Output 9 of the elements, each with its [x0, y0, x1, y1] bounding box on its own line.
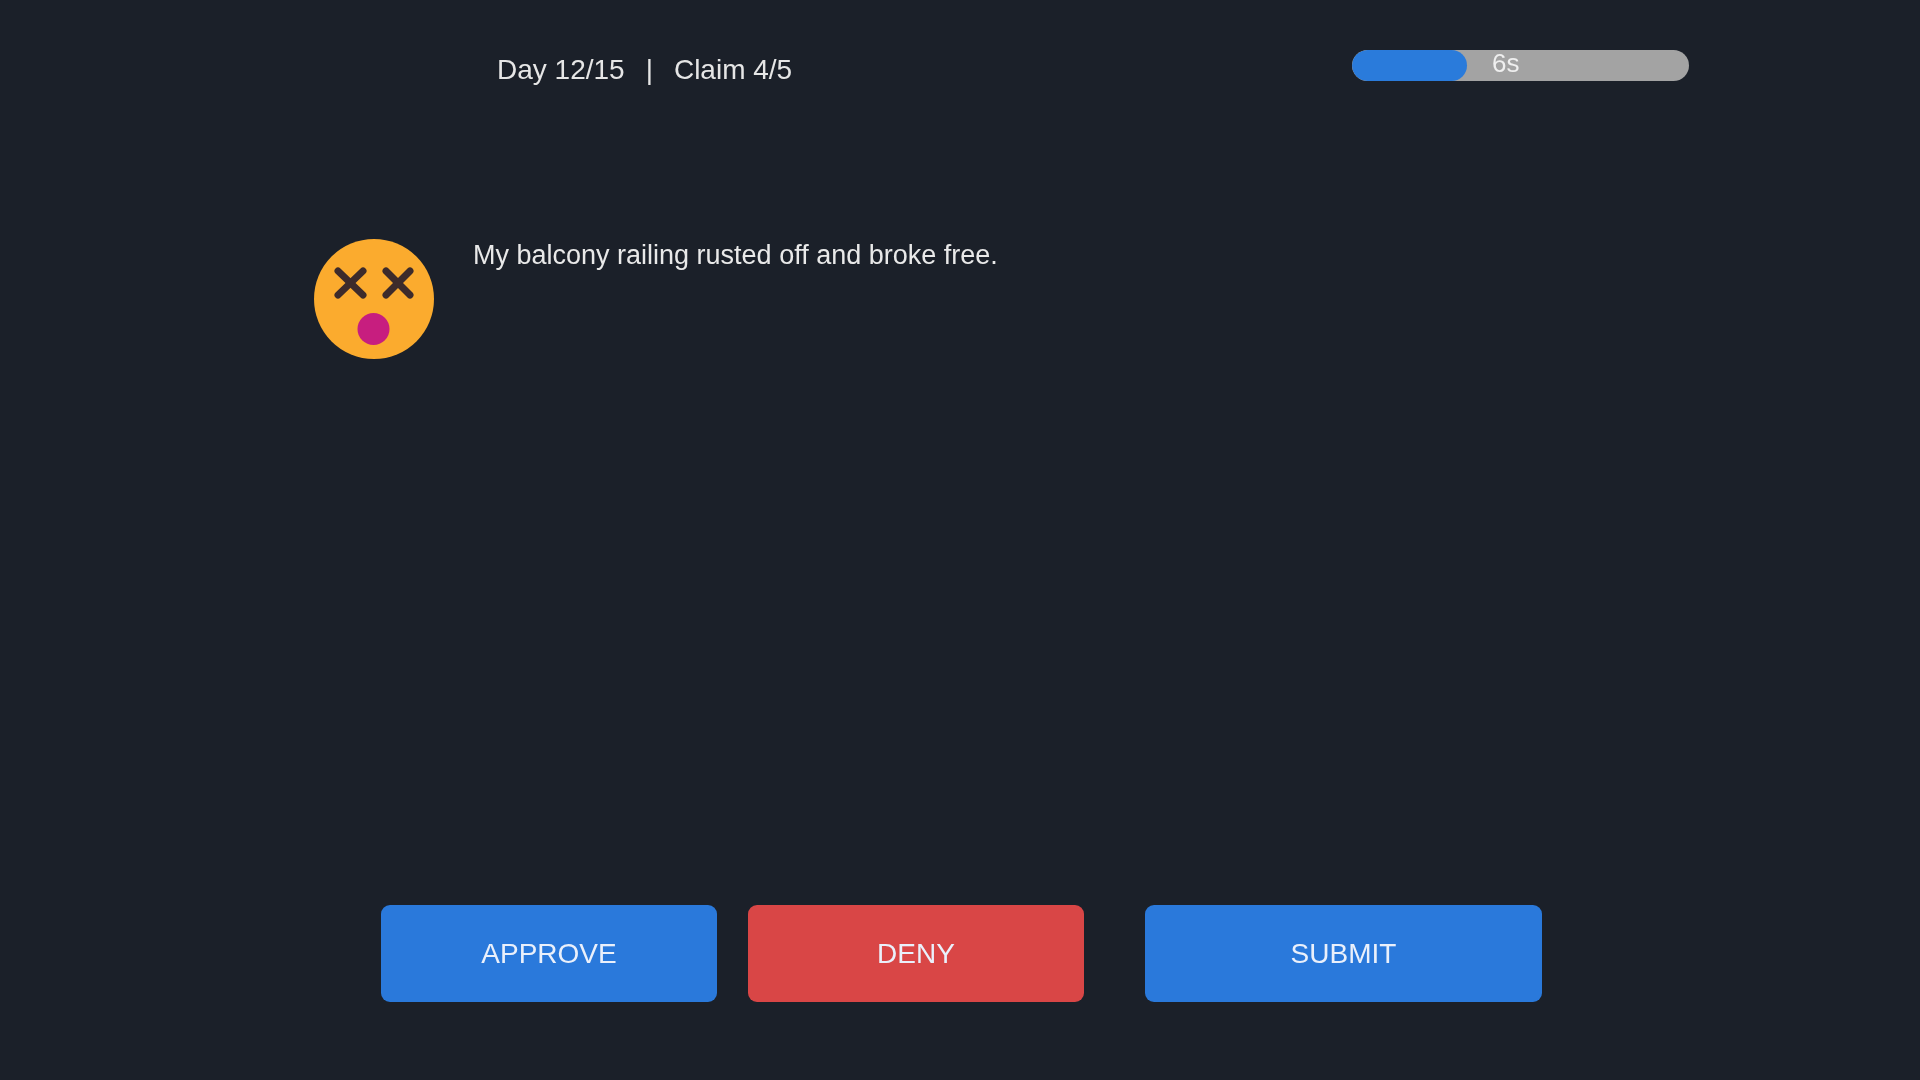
- claim-counter: Claim 4/5: [673, 54, 793, 86]
- approve-button[interactable]: APPROVE: [381, 905, 717, 1002]
- submit-button[interactable]: SUBMIT: [1145, 905, 1542, 1002]
- deny-button[interactable]: DENY: [748, 905, 1084, 1002]
- header-separator: |: [645, 54, 653, 86]
- day-counter: Day 12/15: [497, 54, 625, 86]
- dizzy-face-icon: [314, 239, 434, 359]
- claim-message: My balcony railing rusted off and broke free.: [473, 239, 998, 271]
- timer-label: 6s: [1492, 50, 1520, 78]
